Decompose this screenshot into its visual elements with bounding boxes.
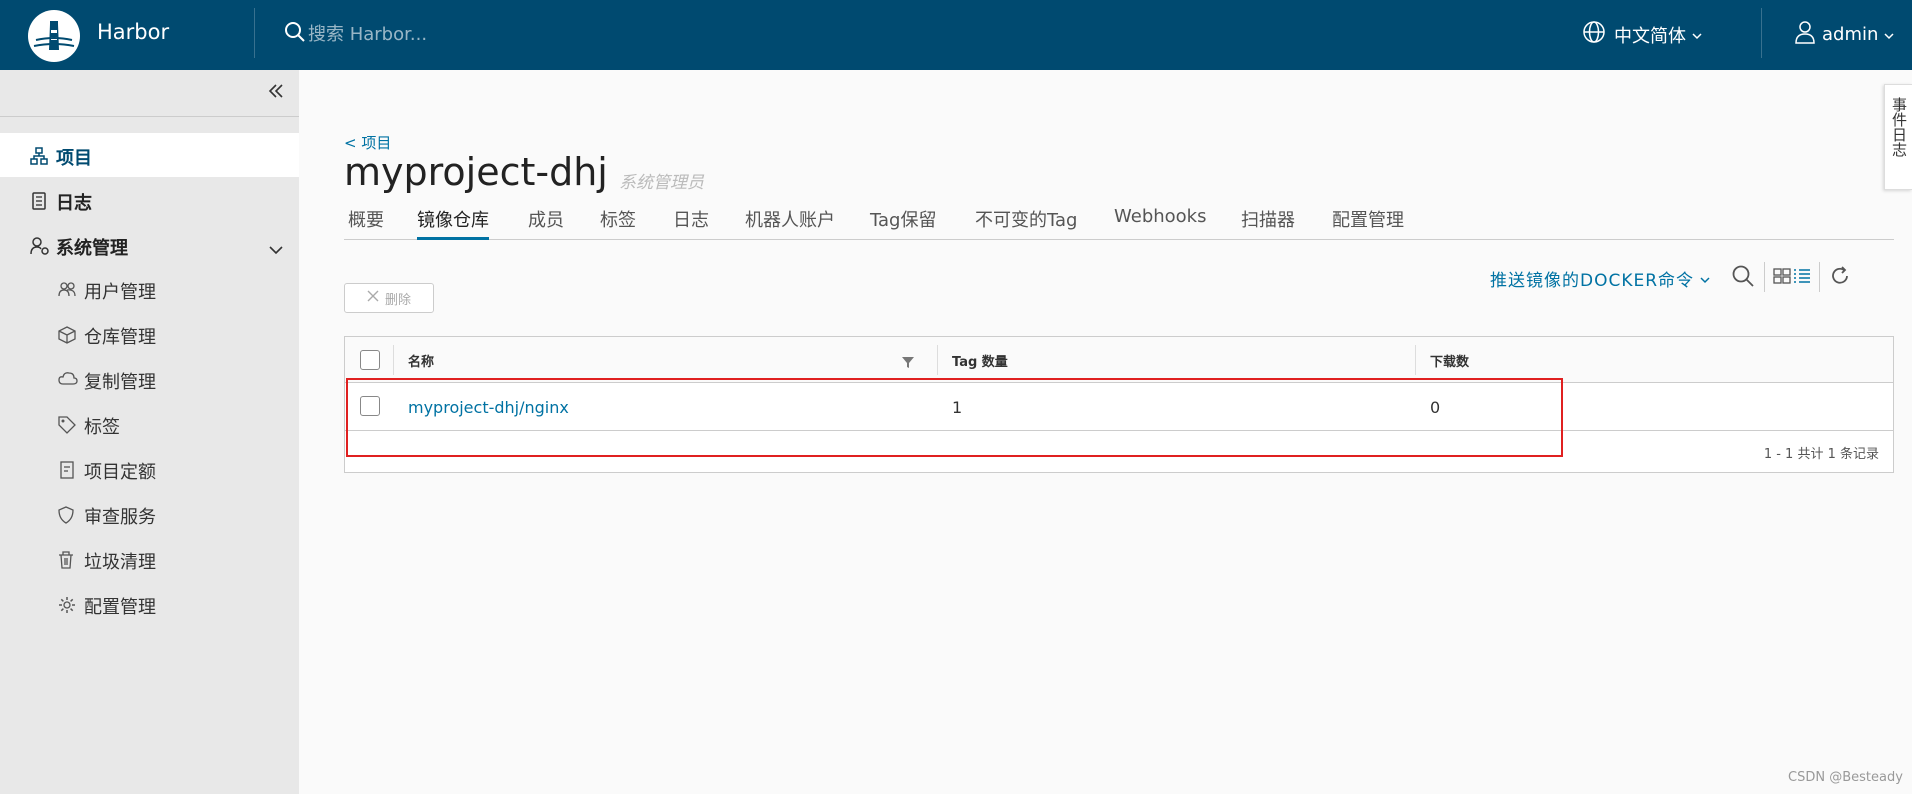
sidebar-item-label: 日志 [56, 193, 92, 214]
sidebar-item-system-admin[interactable]: 系统管理 [0, 223, 299, 267]
gear-icon [58, 596, 76, 619]
tag-icon [58, 416, 76, 439]
users-icon [58, 281, 76, 302]
sidebar-item-label: 复制管理 [84, 372, 156, 393]
pull-count-cell: 0 [1430, 398, 1441, 417]
sidebar-item-garbage-collection[interactable]: 垃圾清理 [0, 539, 299, 579]
column-header-pulls[interactable]: 下载数 [1430, 351, 1469, 370]
shield-icon [58, 506, 74, 529]
tab-scanner[interactable]: 扫描器 [1241, 204, 1295, 240]
system-admin-icon [30, 237, 50, 260]
chevron-down-icon[interactable] [269, 239, 283, 260]
sidebar-item-configuration[interactable]: 配置管理 [0, 584, 299, 624]
sidebar-item-label: 审查服务 [84, 507, 156, 528]
tab-configuration[interactable]: 配置管理 [1332, 204, 1404, 240]
card-view-icon[interactable] [1773, 268, 1791, 288]
language-selector[interactable]: 中文简体 [1582, 20, 1702, 49]
top-header: Harbor 中文简体 admin [0, 0, 1912, 70]
header-divider [1761, 8, 1762, 58]
sidebar-divider [0, 116, 299, 117]
tab-immutable-tag[interactable]: 不可变的Tag [975, 204, 1077, 240]
list-view-icon[interactable] [1793, 268, 1811, 288]
grid-header-row: 名称 Tag 数量 下载数 [345, 337, 1893, 383]
user-icon [1794, 20, 1816, 49]
globe-icon [1582, 20, 1606, 49]
column-divider [1415, 345, 1416, 375]
sidebar-item-label: 仓库管理 [84, 327, 156, 348]
toolbar-divider [1819, 262, 1820, 292]
harbor-logo-icon[interactable] [28, 10, 80, 62]
trash-icon [58, 551, 74, 574]
sidebar-item-label: 项目 [56, 148, 92, 169]
header-divider [254, 8, 255, 58]
push-command-dropdown[interactable]: 推送镜像的DOCKER命令 [1490, 266, 1710, 291]
sidebar-item-users[interactable]: 用户管理 [0, 269, 299, 309]
projects-icon [30, 147, 48, 170]
delete-button[interactable]: 删除 [344, 283, 434, 313]
tab-logs[interactable]: 日志 [673, 204, 709, 240]
column-divider [393, 345, 394, 375]
sidebar-item-replication[interactable]: 复制管理 [0, 359, 299, 399]
sidebar-item-logs[interactable]: 日志 [0, 178, 299, 222]
sidebar-item-label: 项目定额 [84, 462, 156, 483]
toolbar-divider [1764, 262, 1765, 292]
filter-icon[interactable] [901, 354, 915, 373]
tab-labels[interactable]: 标签 [600, 204, 636, 240]
delete-label: 删除 [384, 292, 411, 308]
page-title: myproject-dhj [344, 150, 608, 194]
chevron-down-icon [1884, 24, 1894, 45]
language-label: 中文简体 [1614, 25, 1686, 47]
pagination-summary: 1 - 1 共计 1 条记录 [1763, 447, 1879, 462]
collapse-sidebar-icon[interactable] [267, 83, 285, 103]
column-header-name[interactable]: 名称 [408, 351, 434, 370]
replication-icon [58, 371, 78, 392]
column-divider [937, 345, 938, 375]
sidebar-item-registries[interactable]: 仓库管理 [0, 314, 299, 354]
project-tabs: 概要 镜像仓库 成员 标签 日志 机器人账户 Tag保留 不可变的Tag Web… [344, 204, 1894, 240]
app-title[interactable]: Harbor [97, 20, 169, 44]
column-header-tag-count[interactable]: Tag 数量 [952, 351, 1008, 370]
sidebar-item-interrogation[interactable]: 审查服务 [0, 494, 299, 534]
row-checkbox[interactable] [360, 396, 380, 416]
repository-name-link[interactable]: myproject-dhj/nginx [408, 398, 569, 417]
select-all-checkbox[interactable] [360, 350, 380, 370]
push-command-label: 推送镜像的DOCKER命令 [1490, 271, 1695, 291]
search-icon[interactable] [284, 21, 306, 47]
table-row[interactable]: myproject-dhj/nginx 1 0 [345, 383, 1893, 431]
tag-count-cell: 1 [952, 398, 963, 417]
sidebar-item-projects[interactable]: 项目 [0, 133, 299, 177]
logs-icon [30, 192, 48, 215]
sidebar-item-label: 配置管理 [84, 597, 156, 618]
watermark: CSDN @Besteady [1788, 770, 1903, 785]
tab-webhooks[interactable]: Webhooks [1114, 204, 1206, 240]
sidebar-item-quotas[interactable]: 项目定额 [0, 449, 299, 489]
registries-icon [58, 326, 76, 349]
sidebar-item-labels[interactable]: 标签 [0, 404, 299, 444]
username-label: admin [1822, 24, 1879, 45]
repositories-datagrid: 名称 Tag 数量 下载数 myproject-dhj/nginx 1 0 1 … [344, 336, 1894, 473]
tab-summary[interactable]: 概要 [348, 204, 384, 240]
sidebar: 项目 日志 系统管理 用户管理 仓库管理 复制管理 标签 项目定额 审查服务 垃… [0, 70, 299, 794]
event-log-label: 事件日志 [1890, 97, 1908, 157]
sidebar-item-label: 标签 [84, 417, 120, 438]
search-icon[interactable] [1731, 264, 1755, 292]
sidebar-item-label: 系统管理 [56, 238, 128, 259]
sidebar-item-label: 垃圾清理 [84, 552, 156, 573]
tab-members[interactable]: 成员 [528, 204, 564, 240]
chevron-down-icon [1692, 24, 1702, 45]
tab-tag-retention[interactable]: Tag保留 [870, 204, 936, 240]
chevron-down-icon [1700, 269, 1710, 289]
tab-repositories[interactable]: 镜像仓库 [417, 204, 489, 240]
refresh-icon[interactable] [1829, 265, 1851, 291]
event-log-tab[interactable]: 事件日志 [1884, 84, 1912, 190]
user-menu[interactable]: admin [1794, 20, 1894, 49]
tab-robot-accounts[interactable]: 机器人账户 [745, 204, 835, 240]
role-badge: 系统管理员 [619, 173, 704, 193]
close-icon [367, 290, 379, 306]
global-search-input[interactable] [308, 19, 608, 49]
quota-icon [58, 461, 76, 484]
sidebar-item-label: 用户管理 [84, 282, 156, 303]
